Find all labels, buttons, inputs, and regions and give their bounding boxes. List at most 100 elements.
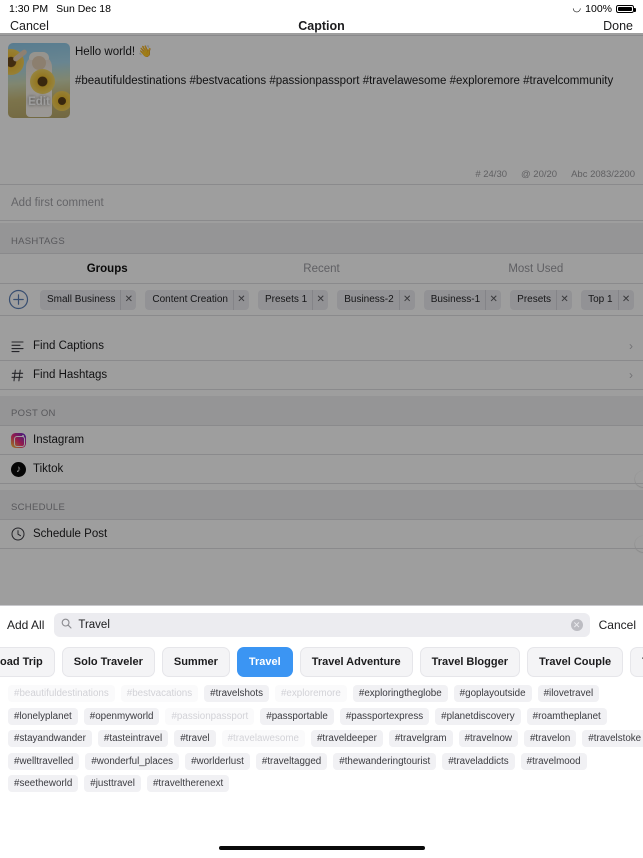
caption-editor[interactable]: Edit Hello world! 👋 #beautifuldestinatio… xyxy=(0,36,643,184)
hashtag-chip[interactable]: #roamtheplanet xyxy=(526,707,607,725)
hashtag-chip[interactable]: #wonderful_places xyxy=(85,752,180,770)
hashtag-chip[interactable]: #tasteintravel xyxy=(97,730,169,747)
hashtag-chip[interactable]: #passportexpress xyxy=(339,707,430,725)
plus-circle-icon[interactable] xyxy=(8,289,29,310)
picker-cancel-button[interactable]: Cancel xyxy=(599,618,636,632)
hashtag-chip[interactable]: #worlderlust xyxy=(185,752,250,770)
hashtag-results: #beautifuldestinations #bestvacations #t… xyxy=(0,685,643,798)
caption-text[interactable]: Hello world! 👋 #beautifuldestinations #b… xyxy=(75,44,633,90)
hashtag-row: #beautifuldestinations #bestvacations #t… xyxy=(8,685,635,702)
clear-circle-icon[interactable]: ✕ xyxy=(570,619,583,631)
hashtag-chip[interactable]: #passportable xyxy=(260,707,334,725)
hashtag-group-list[interactable]: Small Business ✕ Content Creation ✕ Preset… xyxy=(0,284,643,315)
edit-thumbnail-label[interactable]: Edit xyxy=(8,96,70,108)
category-label: Solo Traveler xyxy=(73,656,143,668)
close-icon[interactable]: ✕ xyxy=(556,289,572,310)
hashtag-chip[interactable]: #seetheworld xyxy=(8,775,79,792)
find-hashtags-row[interactable]: Find Hashtags › xyxy=(0,361,643,389)
hashtag-chip-used[interactable]: #beautifuldestinations xyxy=(8,685,115,702)
search-input-value: Travel xyxy=(78,619,110,631)
status-bar-left: 1:30 PM Sun Dec 18 xyxy=(9,3,111,15)
group-chip[interactable]: Business-1 ✕ xyxy=(423,289,502,310)
category-chip-selected[interactable]: Travel xyxy=(236,647,293,677)
hashtag-tabs[interactable]: Groups Recent Most Used xyxy=(0,254,643,283)
close-icon[interactable]: ✕ xyxy=(312,289,328,310)
instagram-label: Instagram xyxy=(33,434,85,446)
hashtag-chip[interactable]: #travelnow xyxy=(458,730,518,747)
mention-counter: @ 20/20 xyxy=(521,169,558,180)
hashtag-chip[interactable]: #travelgram xyxy=(388,730,453,747)
add-all-button[interactable]: Add All xyxy=(7,618,44,632)
group-chip[interactable]: Small Business ✕ xyxy=(40,289,137,310)
caption-line-1: Hello world! 👋 xyxy=(75,46,153,58)
post-on-instagram-row[interactable]: Instagram xyxy=(0,426,643,454)
hashtag-chip[interactable]: #ilovetravel xyxy=(537,685,600,702)
category-chip[interactable]: Travel Blogger xyxy=(419,647,520,677)
panel-top-border xyxy=(0,605,643,606)
close-icon[interactable]: ✕ xyxy=(232,289,249,310)
close-icon[interactable]: ✕ xyxy=(617,289,634,310)
tab-groups[interactable]: Groups xyxy=(0,263,214,275)
hashtag-chip[interactable]: #lonelyplanet xyxy=(8,707,78,725)
category-chip[interactable]: Summer xyxy=(161,647,230,677)
find-captions-row[interactable]: Find Captions › xyxy=(0,332,643,360)
hashtag-chip-used[interactable]: #bestvacations xyxy=(120,685,199,702)
category-label: Summer xyxy=(173,656,218,668)
group-chip[interactable]: Top 1 ✕ xyxy=(581,289,634,310)
search-input[interactable]: Travel ✕ xyxy=(54,613,590,637)
hashtag-chip[interactable]: #travel xyxy=(174,730,216,747)
schedule-post-row[interactable]: Schedule Post xyxy=(0,520,643,552)
navigation-bar: Cancel Caption Done xyxy=(0,17,643,35)
status-time: 1:30 PM xyxy=(9,3,49,15)
category-chip[interactable]: Travel Adventure xyxy=(299,647,413,677)
group-chip[interactable]: Presets 1 ✕ xyxy=(257,289,329,310)
hashtag-chip-used[interactable]: #exploremore xyxy=(274,685,347,702)
find-hashtags-divider xyxy=(0,389,643,390)
battery-icon xyxy=(616,4,636,14)
hashtag-chip[interactable]: #thewanderingtourist xyxy=(333,752,437,770)
close-icon[interactable]: ✕ xyxy=(398,289,415,310)
group-chip[interactable]: Presets ✕ xyxy=(510,289,573,310)
category-chip[interactable]: Travel Girl xyxy=(630,647,643,677)
hashtag-chip[interactable]: #travelon xyxy=(523,730,577,747)
category-label: Travel Adventure xyxy=(311,656,401,668)
group-chip[interactable]: Content Creation ✕ xyxy=(145,289,249,310)
hashtag-chip[interactable]: #goplayoutside xyxy=(453,685,532,702)
instagram-icon xyxy=(11,432,33,448)
category-chip[interactable]: Travel Couple xyxy=(527,647,624,677)
hashtag-chip[interactable]: #exploringtheglobe xyxy=(352,685,448,702)
close-icon[interactable]: ✕ xyxy=(120,289,136,310)
chevron-right-icon: › xyxy=(629,368,633,382)
wifi-icon: ◡ xyxy=(572,3,582,14)
hashtag-chip-used[interactable]: #travelawesome xyxy=(221,730,305,747)
hashtag-chip[interactable]: #openmyworld xyxy=(83,707,160,725)
app-root: 1:30 PM Sun Dec 18 ◡ 100% Cancel Caption… xyxy=(0,0,643,858)
hashtag-chip-used[interactable]: #passionpassport xyxy=(165,707,255,725)
close-icon[interactable]: ✕ xyxy=(485,289,501,310)
hashtag-chip[interactable]: #welltravelled xyxy=(8,752,80,770)
hashtag-chip[interactable]: #traveltherenext xyxy=(146,775,230,792)
caption-screen: 1:30 PM Sun Dec 18 ◡ 100% Cancel Caption… xyxy=(0,0,643,605)
group-chip-label: Presets 1 xyxy=(264,294,308,305)
group-chip[interactable]: Business-2 ✕ xyxy=(337,289,415,310)
hashtag-chip[interactable]: #traveladdicts xyxy=(442,752,515,770)
hashtag-chip[interactable]: #travelstoke xyxy=(582,730,643,747)
hashtag-chip[interactable]: #travelmood xyxy=(520,752,587,770)
hashtags-section-header: HASHTAGS xyxy=(0,223,643,253)
hashtag-chip[interactable]: #traveltagged xyxy=(255,752,328,770)
hashtag-chip[interactable]: #planetdiscovery xyxy=(435,707,521,725)
category-chip[interactable]: Solo Traveler xyxy=(61,647,155,677)
hashtag-chip[interactable]: #traveldeeper xyxy=(310,730,383,747)
post-on-header: POST ON xyxy=(0,396,643,425)
category-list[interactable]: oad Trip Solo Traveler Summer Travel Tra… xyxy=(0,645,643,679)
tab-most-used[interactable]: Most Used xyxy=(429,263,643,275)
hashtag-chip[interactable]: #stayandwander xyxy=(8,730,92,747)
post-on-tiktok-row[interactable]: Tiktok xyxy=(0,455,643,487)
groups-divider xyxy=(0,315,643,316)
first-comment-input[interactable]: Add first comment xyxy=(0,185,643,220)
category-chip[interactable]: oad Trip xyxy=(0,647,55,677)
tab-recent[interactable]: Recent xyxy=(214,263,428,275)
hashtag-chip[interactable]: #travelshots xyxy=(204,685,269,702)
hashtag-chip[interactable]: #justtravel xyxy=(84,775,141,792)
media-thumbnail[interactable]: Edit xyxy=(8,43,70,118)
